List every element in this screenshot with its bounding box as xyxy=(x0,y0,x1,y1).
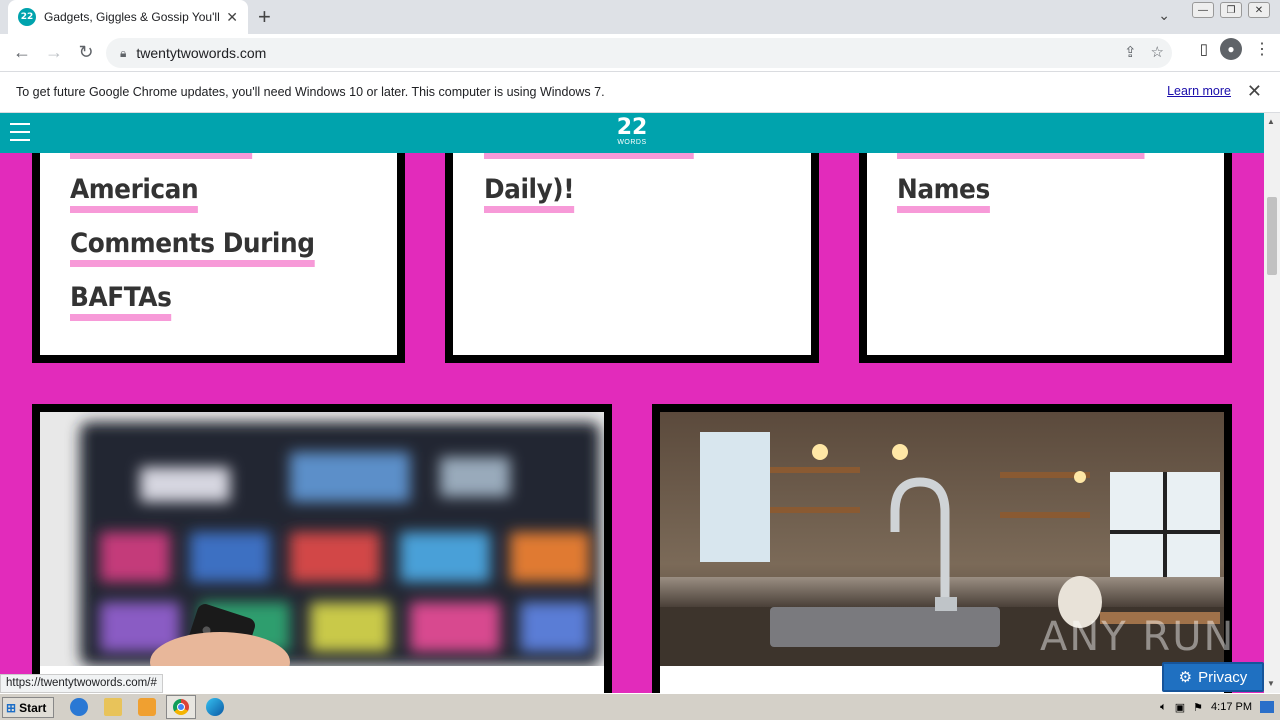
close-tab-icon[interactable]: ✕ xyxy=(226,9,238,26)
window-controls: — ❐ ✕ xyxy=(1192,2,1270,18)
system-tray: 🔈︎ ▣ ⚑ 4:17 PM xyxy=(1154,696,1280,718)
update-infobar: To get future Google Chrome updates, you… xyxy=(0,72,1280,113)
profile-avatar-icon[interactable]: ● xyxy=(1220,38,1242,60)
article-card-4[interactable] xyxy=(32,404,612,693)
status-bar-url: https://twentytwowords.com/# xyxy=(0,674,163,693)
reload-icon[interactable]: ↻ xyxy=(70,37,102,69)
lock-icon[interactable]: 🔒︎ xyxy=(120,46,126,61)
address-bar[interactable]: 🔒︎ twentytwowords.com ⇪ ☆ xyxy=(106,38,1172,68)
logo-number: 22 xyxy=(616,115,648,140)
restore-icon[interactable]: ❐ xyxy=(1220,2,1242,18)
page-viewport: Controversial American Comments During B… xyxy=(0,113,1264,693)
hamburger-menu-icon[interactable] xyxy=(10,123,30,141)
forward-icon[interactable]: → xyxy=(38,37,70,69)
privacy-button[interactable]: ⚙ Privacy xyxy=(1162,662,1264,692)
volume-icon[interactable]: 🔈︎ xyxy=(1160,701,1167,714)
side-panel-icon[interactable]: ▯ xyxy=(1200,40,1208,58)
action-center-flag-icon[interactable]: ⚑ xyxy=(1193,701,1203,714)
privacy-label: Privacy xyxy=(1198,668,1248,686)
menu-kebab-icon[interactable]: ⋮ xyxy=(1254,39,1270,59)
scroll-up-icon[interactable]: ▲ xyxy=(1267,117,1275,126)
tab-search-chevron-icon[interactable]: ⌄ xyxy=(1158,7,1170,24)
scroll-down-icon[interactable]: ▼ xyxy=(1267,679,1275,688)
page-scrollbar[interactable]: ▲ ▼ xyxy=(1264,113,1280,693)
chrome-taskbar-button[interactable] xyxy=(166,695,196,719)
browser-toolbar: ← → ↻ 🔒︎ twentytwowords.com ⇪ ☆ ▯ ● ⋮ xyxy=(0,34,1280,72)
site-logo[interactable]: 22 WORDS xyxy=(612,117,652,149)
start-button[interactable]: ⊞ Start xyxy=(2,697,54,718)
title-line: BAFTAs xyxy=(70,282,172,321)
infobar-close-icon[interactable]: ✕ xyxy=(1247,81,1262,102)
title-line: Comments During xyxy=(70,228,315,267)
tab-title: Gadgets, Giggles & Gossip You'll Love xyxy=(44,10,222,24)
watermark-logo: ANY RUN xyxy=(1040,614,1236,660)
internet-explorer-icon[interactable] xyxy=(70,698,88,716)
network-icon[interactable]: ▣ xyxy=(1175,701,1185,714)
site-favicon-icon: 22 xyxy=(18,8,36,26)
clock[interactable]: 4:17 PM xyxy=(1211,701,1252,713)
back-icon[interactable]: ← xyxy=(6,37,38,69)
tab-strip: 22 Gadgets, Giggles & Gossip You'll Love… xyxy=(0,0,1280,34)
site-header: 22 WORDS xyxy=(0,113,1264,153)
scroll-thumb[interactable] xyxy=(1267,197,1277,275)
title-line: Names xyxy=(897,174,990,213)
infobar-message: To get future Google Chrome updates, you… xyxy=(16,85,605,99)
new-tab-icon[interactable]: + xyxy=(258,5,271,29)
logo-word: WORDS xyxy=(617,139,647,146)
share-icon[interactable]: ⇪ xyxy=(1124,43,1137,61)
media-player-icon[interactable] xyxy=(138,698,156,716)
show-desktop-icon[interactable] xyxy=(1260,701,1274,713)
window-close-icon[interactable]: ✕ xyxy=(1248,2,1270,18)
file-explorer-icon[interactable] xyxy=(104,698,122,716)
minimize-icon[interactable]: — xyxy=(1192,2,1214,18)
url-text: twentytwowords.com xyxy=(136,45,267,61)
learn-more-link[interactable]: Learn more xyxy=(1167,84,1231,98)
browser-tab[interactable]: 22 Gadgets, Giggles & Gossip You'll Love… xyxy=(8,0,248,34)
windows-taskbar: ⊞ Start 🔈︎ ▣ ⚑ 4:17 PM xyxy=(0,693,1280,720)
chrome-icon xyxy=(173,699,189,715)
tv-streaming-blur-art xyxy=(40,412,604,666)
edge-icon[interactable] xyxy=(206,698,224,716)
tv-remote-image[interactable] xyxy=(40,412,604,666)
bookmark-star-icon[interactable]: ☆ xyxy=(1151,43,1164,61)
gear-icon: ⚙ xyxy=(1178,669,1193,686)
windows-logo-icon: ⊞ xyxy=(6,700,17,715)
start-label: Start xyxy=(19,700,47,715)
